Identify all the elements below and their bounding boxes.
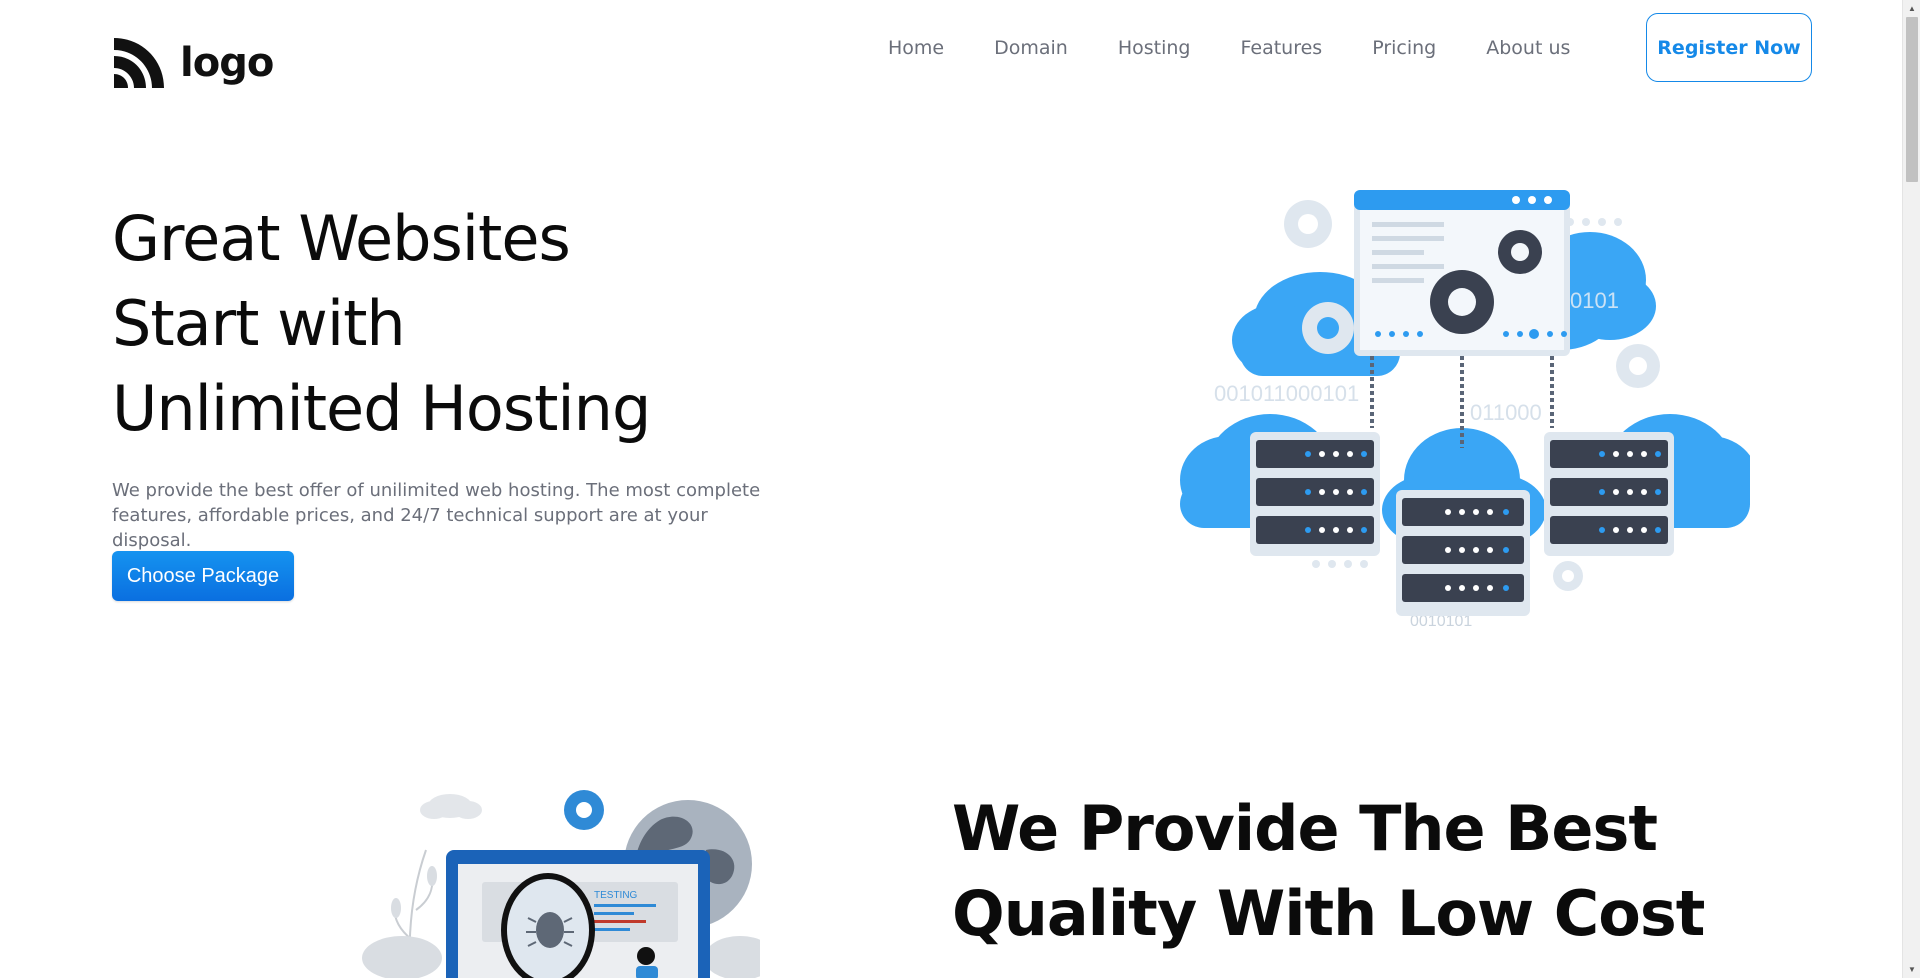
hero-title-line: Great Websites (112, 202, 571, 275)
hero-description: We provide the best offer of unilimited … (112, 480, 761, 551)
logo-text: logo (180, 40, 274, 86)
software-testing-illustration: TESTING (362, 790, 760, 978)
gear-icon (564, 790, 604, 830)
binary-text: 001011000101 (1214, 381, 1359, 406)
gear-icon (1498, 230, 1542, 274)
section-title-line: We Provide The Best (952, 792, 1658, 865)
browser-window (1354, 190, 1570, 356)
gear-icon (1553, 561, 1583, 591)
magnifier-icon (501, 873, 595, 978)
page: logo Home Domain Hosting Features Pricin… (0, 0, 1902, 978)
register-now-button[interactable]: Register Now (1646, 13, 1812, 82)
scroll-thumb[interactable] (1906, 17, 1918, 182)
binary-text: 0101 (1570, 288, 1619, 313)
cloud (420, 794, 482, 819)
scroll-down-arrow-icon[interactable]: ▼ (1903, 961, 1920, 978)
logo[interactable]: logo (112, 36, 274, 90)
nav-pricing[interactable]: Pricing (1372, 36, 1436, 60)
nav-hosting[interactable]: Hosting (1118, 36, 1191, 60)
hero-title: Great Websites Start with Unlimited Host… (112, 196, 651, 451)
hero-title-line: Start with (112, 287, 406, 360)
nav-domain[interactable]: Domain (994, 36, 1068, 60)
hero-title-line: Unlimited Hosting (112, 372, 651, 445)
testing-label: TESTING (594, 890, 638, 901)
gear-icon (1302, 302, 1354, 354)
section-title-line: Quality With Low Cost (952, 877, 1705, 950)
vertical-scrollbar[interactable]: ▲ ▼ (1902, 0, 1920, 978)
nav-about-us[interactable]: About us (1486, 36, 1570, 60)
server-stack (1544, 432, 1674, 556)
gear-icon (1616, 344, 1660, 388)
nav-home[interactable]: Home (888, 36, 944, 60)
scroll-up-arrow-icon[interactable]: ▲ (1903, 0, 1920, 17)
server-stack (1250, 432, 1380, 556)
logo-rss-icon (114, 38, 164, 88)
choose-package-button[interactable]: Choose Package (112, 551, 294, 601)
main-nav: Home Domain Hosting Features Pricing Abo… (888, 36, 1620, 60)
nav-features[interactable]: Features (1241, 36, 1323, 60)
gear-icon (1284, 200, 1332, 248)
binary-text: 011000 (1470, 400, 1542, 425)
server-stack (1396, 490, 1530, 616)
gear-icon (1430, 270, 1494, 334)
hosting-servers-illustration: 0101 001011000101 011000 0010101 (1180, 190, 1750, 630)
section-title: We Provide The Best Quality With Low Cos… (952, 786, 1705, 956)
